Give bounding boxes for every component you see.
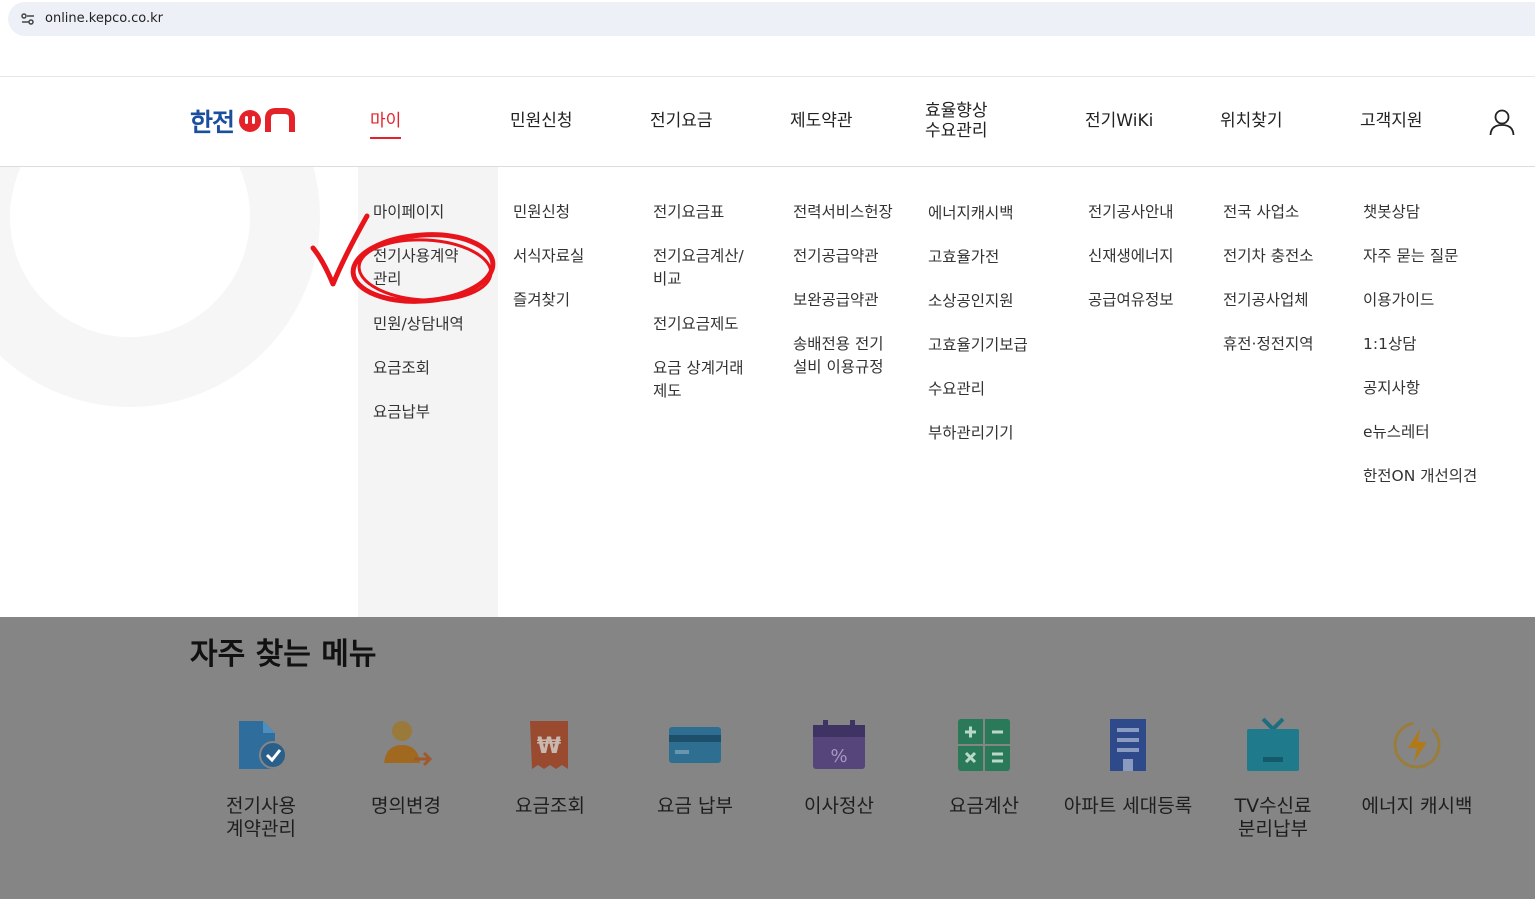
quick-apartment-register[interactable]: 아파트 세대등록 [1056,717,1200,818]
quick-label: 명의변경 [371,795,441,817]
nav-terms[interactable]: 제도약관 [790,111,853,131]
frequent-menu-title: 자주 찾는 메뉴 [190,637,377,672]
menu-contractors[interactable]: 전기공사업체 [1223,289,1353,312]
menu-ev-charging[interactable]: 전기차 충전소 [1223,245,1353,268]
menu-newsletter[interactable]: e뉴스레터 [1363,421,1493,444]
menu-offices[interactable]: 전국 사업소 [1223,201,1353,224]
menu-favorites[interactable]: 즐겨찾기 [513,289,643,312]
menu-fee-payment[interactable]: 요금납부 [373,401,503,424]
user-icon[interactable] [1488,108,1516,136]
tv-icon [1247,717,1299,771]
menu-user-guide[interactable]: 이용가이드 [1363,289,1493,312]
menu-forms[interactable]: 서식자료실 [513,245,643,268]
menu-supply-capacity[interactable]: 공급여유정보 [1088,289,1218,312]
contract-doc-icon [239,721,287,769]
menu-backup-terms[interactable]: 보완공급약관 [793,289,923,312]
quick-contract[interactable]: 전기사용 계약관리 [189,717,333,841]
menu-fee-system[interactable]: 전기요금제도 [653,313,783,336]
menu-efficient-devices[interactable]: 고효율기기보급 [928,334,1058,357]
menu-load-devices[interactable]: 부하관리기기 [928,422,1058,445]
quick-label: 요금계산 [949,795,1019,817]
menu-efficient-appliance[interactable]: 고효율가전 [928,246,1058,269]
decorative-arc [0,167,320,407]
quick-label: 요금조회 [515,795,585,817]
quick-label: 이사정산 [804,795,874,817]
quick-fee-inquiry[interactable]: ₩ 요금조회 [478,717,622,818]
quick-label: 아파트 세대등록 [1063,795,1193,817]
quick-name-change[interactable]: 명의변경 [334,717,478,818]
url-text[interactable]: online.kepco.co.kr [45,11,163,26]
nav-location[interactable]: 위치찾기 [1220,111,1283,131]
person-transfer-icon [384,721,433,767]
quick-energy-cashback[interactable]: 에너지 캐시백 [1345,717,1489,818]
menu-transmission-rules[interactable]: 송배전용 전기 설비 이용규정 [793,333,923,379]
menu-faq[interactable]: 자주 묻는 질문 [1363,245,1493,268]
menu-energy-cashback[interactable]: 에너지캐시백 [928,202,1058,225]
quick-move-settlement[interactable]: % 이사정산 [767,717,911,818]
won-receipt-icon: ₩ [530,721,568,769]
site-settings-icon[interactable] [20,11,36,27]
menu-construction-guide[interactable]: 전기공사안내 [1088,201,1218,224]
svg-text:₩: ₩ [537,734,561,759]
menu-fee-inquiry[interactable]: 요금조회 [373,357,503,380]
menu-civil-history[interactable]: 민원/상담내역 [373,313,503,336]
menu-demand-management[interactable]: 수요관리 [928,378,1058,401]
apartment-icon [1110,719,1146,771]
frequent-menu-section: 자주 찾는 메뉴 전기사용 계약관리 명의변경 ₩ 요금조회 요금 납부 % 이… [0,617,1535,899]
quick-fee-payment[interactable]: 요금 납부 [623,717,767,818]
calendar-percent-icon: % [813,720,865,769]
browser-url-bar[interactable]: online.kepco.co.kr [8,2,1535,36]
quick-label: TV수신료 분리납부 [1234,795,1312,840]
menu-civil-request[interactable]: 민원신청 [513,201,643,224]
nav-efficiency[interactable]: 효율향상 수요관리 [925,101,988,141]
mega-menu: 마이페이지 전기사용계약 관리 민원/상담내역 요금조회 요금납부 민원신청 서… [0,167,1535,617]
menu-fee-table[interactable]: 전기요금표 [653,201,783,224]
quick-tv-fee[interactable]: TV수신료 분리납부 [1201,717,1345,841]
logo-text: 한전 [190,108,235,137]
menu-small-business[interactable]: 소상공인지원 [928,290,1058,313]
menu-fee-calc[interactable]: 전기요금계산/ 비교 [653,245,783,291]
menu-renewable[interactable]: 신재생에너지 [1088,245,1218,268]
nav-wiki[interactable]: 전기WiKi [1085,111,1153,131]
menu-net-metering[interactable]: 요금 상계거래 제도 [653,357,783,403]
calculator-icon [958,719,1010,771]
menu-chatbot[interactable]: 챗봇상담 [1363,201,1493,224]
divider [0,76,1535,77]
nav-my[interactable]: 마이 [370,111,402,139]
menu-service-charter[interactable]: 전력서비스헌장 [793,201,923,224]
quick-label: 전기사용 계약관리 [226,795,296,840]
quick-fee-calc[interactable]: 요금계산 [912,717,1056,818]
menu-outage-areas[interactable]: 휴전·정전지역 [1223,333,1353,356]
nav-civil-request[interactable]: 민원신청 [510,111,573,131]
quick-label: 에너지 캐시백 [1361,795,1473,817]
kepco-on-logo[interactable]: 한전 [190,106,316,137]
quick-label: 요금 납부 [657,795,733,817]
menu-improvement[interactable]: 한전ON 개선의견 [1363,465,1523,488]
svg-text:%: % [830,746,847,767]
menu-1to1[interactable]: 1:1상담 [1363,333,1493,356]
card-icon [669,727,721,763]
nav-electric-fee[interactable]: 전기요금 [650,111,713,131]
nav-support[interactable]: 고객지원 [1360,111,1423,131]
red-check-annotation [310,213,496,304]
energy-bolt-icon [1393,721,1441,769]
menu-notices[interactable]: 공지사항 [1363,377,1493,400]
logo-on-mark [239,108,296,132]
menu-supply-terms[interactable]: 전기공급약관 [793,245,923,268]
